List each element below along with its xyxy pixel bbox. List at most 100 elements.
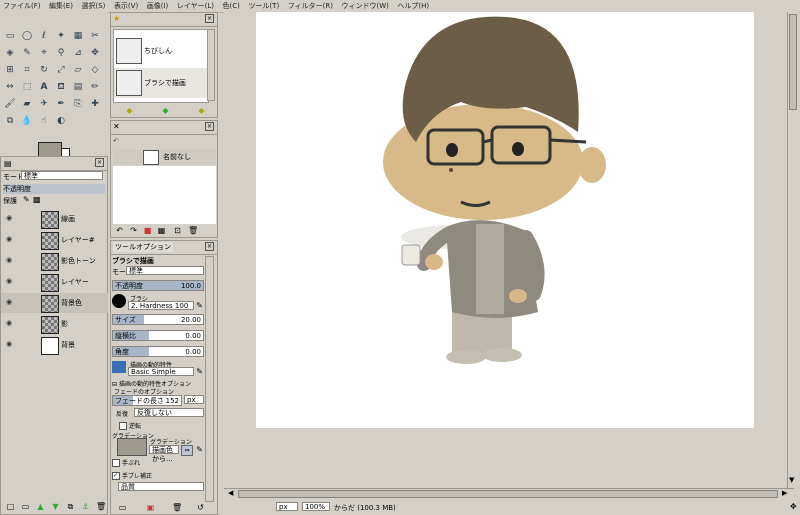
jitter-checkbox[interactable] [112,459,120,467]
menu-view[interactable]: 表示(V) [111,0,141,12]
fade-unit-select[interactable]: px [184,395,204,404]
navigate-icon[interactable]: ✥ [790,502,797,511]
scroll-down-icon[interactable]: ▼ [789,476,794,484]
visibility-eye-icon[interactable]: ◉ [6,299,14,306]
visibility-eye-icon[interactable]: ◉ [6,278,14,285]
save-preset-icon[interactable]: ◆ [161,106,170,115]
opacity-row[interactable]: 不透明度 [3,184,105,194]
undo-icon[interactable]: ↶ [115,226,124,235]
edit-gradient-icon[interactable]: ✎ [195,445,204,454]
pencil-icon[interactable]: ✏ [89,81,101,93]
reverse-checkbox[interactable] [119,422,127,430]
bucket-fill-icon[interactable]: ⛾ [55,81,67,93]
dynamics-field[interactable]: Basic Simple [128,367,194,376]
fuzzy-select-icon[interactable]: ✦ [55,30,67,42]
layer-row[interactable]: ◉ レイヤー# [1,230,108,250]
unit-select[interactable]: px [276,502,298,511]
quality-field[interactable]: 品質 [118,482,204,491]
eraser-icon[interactable]: ▰ [21,98,33,110]
repeat-select[interactable]: 反復しない [134,408,204,417]
paths-icon[interactable]: ✎ [21,47,33,59]
gradient-preview[interactable] [117,438,147,456]
preset-item[interactable]: ちびしん [114,36,208,66]
gradient-name-field[interactable]: 描画色から... [149,445,179,463]
visibility-eye-icon[interactable]: ◉ [6,257,14,264]
history-tab-icon[interactable]: ✕ [113,122,120,131]
restore-options-icon[interactable]: ▣ [146,503,155,512]
history-item[interactable]: 名前なし [113,149,216,165]
close-panel-icon[interactable]: × [95,158,104,167]
tool-options-scrollbar[interactable] [205,256,214,502]
zoom-select[interactable]: 100% [302,502,330,511]
preset-scrollbar[interactable] [207,29,215,101]
aspect-slider[interactable]: 縦横比 0.00 [112,330,204,341]
menu-layer[interactable]: レイヤー(L) [174,0,217,12]
lock-alpha-icon[interactable]: ▩ [33,195,41,204]
dodge-burn-icon[interactable]: ◐ [55,115,67,127]
cage-icon[interactable]: ⬚ [21,81,33,93]
layer-row[interactable]: ◉ レイヤー [1,272,108,292]
free-select-icon[interactable]: ℓ [38,30,50,42]
anchor-layer-icon[interactable]: ⚓ [81,502,90,511]
horizontal-scroll-thumb[interactable] [238,490,778,498]
reset-options-icon[interactable]: ↺ [196,503,205,512]
edit-dynamics-icon[interactable]: ✎ [195,367,204,376]
size-slider[interactable]: サイズ 20.00 [112,314,204,325]
visibility-eye-icon[interactable]: ◉ [6,236,14,243]
align-icon[interactable]: ⊞ [4,64,16,76]
menu-windows[interactable]: ウィンドウ(W) [338,0,391,12]
lock-pixels-icon[interactable]: ✎ [23,195,30,204]
smooth-checkbox[interactable]: ✓ [112,472,120,480]
gradient-reverse-button[interactable]: ⇔ [181,445,193,456]
flip-icon[interactable]: ⇔ [4,81,16,93]
brush-preview-icon[interactable] [112,294,126,308]
visibility-eye-icon[interactable]: ◉ [6,320,14,327]
visibility-eye-icon[interactable]: ◉ [6,341,14,348]
menu-colors[interactable]: 色(C) [220,0,243,12]
menu-edit[interactable]: 編集(E) [46,0,76,12]
new-group-icon[interactable]: ▭ [21,502,30,511]
horizontal-scrollbar[interactable]: ◀ ▶ [224,488,794,500]
history-menu-icon[interactable]: ▦ [157,226,166,235]
smudge-icon[interactable]: ☝ [38,115,50,127]
menu-help[interactable]: ヘルプ(H) [394,0,432,12]
zoom-icon[interactable]: ⚲ [55,47,67,59]
close-panel-icon[interactable]: × [205,122,214,131]
vertical-scrollbar[interactable]: ▼ [787,12,799,488]
history-expand-icon[interactable]: ⊡ [173,226,182,235]
menu-file[interactable]: ファイル(F) [0,0,44,12]
duplicate-layer-icon[interactable]: ⧉ [66,502,75,511]
edit-brush-icon[interactable]: ✎ [195,301,204,310]
new-layer-icon[interactable]: □ [6,502,15,511]
scale-icon[interactable]: ⤢ [55,64,67,76]
measure-icon[interactable]: ⊿ [72,47,84,59]
image-canvas[interactable] [256,12,754,428]
scroll-left-icon[interactable]: ◀ [228,489,233,497]
reset-preset-icon[interactable]: ◆ [197,106,206,115]
delete-options-icon[interactable]: 🗑 [172,503,182,512]
foreground-select-icon[interactable]: ◈ [4,47,16,59]
redo-icon[interactable]: ↷ [129,226,138,235]
layers-tab-icon[interactable]: ▤ [4,159,12,168]
fade-length-slider[interactable]: フェードの長さ 152 [112,395,182,406]
dynamics-icon[interactable] [112,361,126,373]
heal-icon[interactable]: ✚ [89,98,101,110]
paintbrush-icon[interactable]: 🖌 [4,98,16,110]
layer-row[interactable]: ◉ 影色トーン [1,251,108,271]
blur-icon[interactable]: 💧 [21,115,33,127]
layer-row[interactable]: ◉ 線画 [1,209,108,229]
save-options-icon[interactable]: ▭ [118,503,127,512]
scroll-right-icon[interactable]: ▶ [782,489,787,497]
visibility-eye-icon[interactable]: ◉ [6,215,14,222]
menu-tools[interactable]: ツール(T) [245,0,282,12]
history-delete-icon[interactable]: 🗑 [188,226,198,235]
restore-preset-icon[interactable]: ◆ [125,106,134,115]
layer-mode-select[interactable]: 標準 [21,171,103,180]
color-select-icon[interactable]: ▦ [72,30,84,42]
raise-layer-icon[interactable]: ▲ [36,502,45,511]
text-icon[interactable]: A [38,81,50,93]
shear-icon[interactable]: ▱ [72,64,84,76]
airbrush-icon[interactable]: ✈ [38,98,50,110]
crop-icon[interactable]: ⌗ [21,64,33,76]
vertical-scroll-thumb[interactable] [789,14,797,110]
